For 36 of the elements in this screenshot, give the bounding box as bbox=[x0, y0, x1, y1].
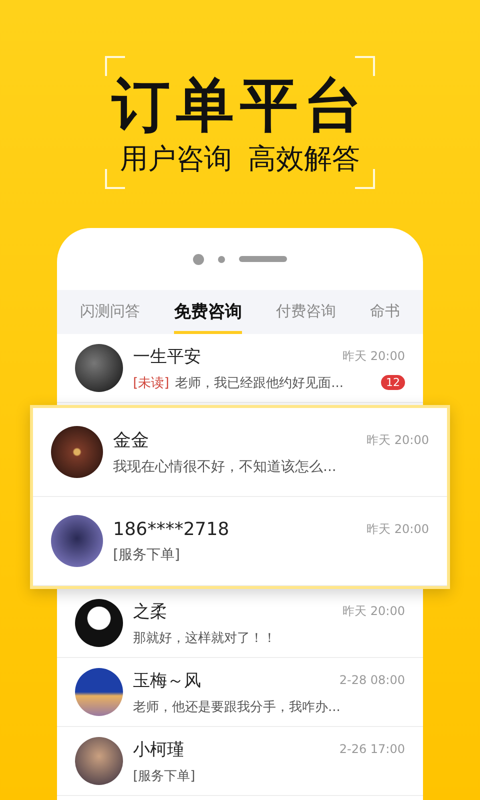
speaker-icon bbox=[239, 256, 287, 262]
message-time: 昨天 20:00 bbox=[366, 520, 429, 538]
headline: 订单平台 bbox=[112, 76, 368, 134]
message-time: 2-26 17:00 bbox=[339, 742, 405, 756]
unread-tag: [未读] bbox=[133, 374, 170, 392]
contact-name: 小柯瑾 bbox=[133, 738, 185, 760]
message-preview: 我现在心情很不好，不知道该怎么... bbox=[113, 458, 338, 476]
contact-name: 一生平安 bbox=[133, 346, 202, 368]
avatar-photo bbox=[75, 344, 123, 392]
message-preview: 老师，我已经跟他约好见面... bbox=[175, 374, 345, 392]
avatar-photo bbox=[51, 515, 103, 567]
message-preview: [服务下单] bbox=[113, 546, 181, 564]
message-time: 2-28 08:00 bbox=[339, 673, 405, 687]
message-time: 昨天 20:00 bbox=[342, 348, 405, 364]
contact-name: 金金 bbox=[113, 429, 150, 452]
corner-bracket-icon bbox=[105, 56, 125, 76]
avatar-photo bbox=[75, 737, 123, 785]
sensor-icon bbox=[218, 256, 225, 262]
contact-name: 186****2718 bbox=[113, 518, 230, 540]
contact-name: 之柔 bbox=[133, 600, 168, 622]
message-time: 昨天 20:00 bbox=[366, 432, 429, 448]
avatar-photo bbox=[51, 426, 103, 478]
camera-icon bbox=[193, 254, 204, 264]
subtitle: 高效解答 bbox=[248, 144, 360, 175]
unread-count-badge: 12 bbox=[381, 375, 405, 390]
conversation-row[interactable]: 186****2718 昨天 20:00 [服务下单] bbox=[33, 497, 447, 586]
message-preview: [服务下单] bbox=[133, 768, 196, 784]
avatar-photo bbox=[75, 599, 123, 647]
message-preview: 老师，他还是要跟我分手，我咋办... bbox=[133, 698, 342, 716]
corner-bracket-icon bbox=[355, 56, 375, 76]
message-preview: 那就好，这样就对了！！ bbox=[133, 630, 277, 646]
conversation-row[interactable]: 金金 昨天 20:00 我现在心情很不好，不知道该怎么... bbox=[33, 408, 447, 497]
message-time: 昨天 20:00 bbox=[342, 602, 405, 620]
contact-name: 玉梅～风 bbox=[133, 670, 202, 692]
avatar-photo bbox=[75, 668, 123, 716]
subtitle: 用户咨询 bbox=[120, 144, 232, 175]
